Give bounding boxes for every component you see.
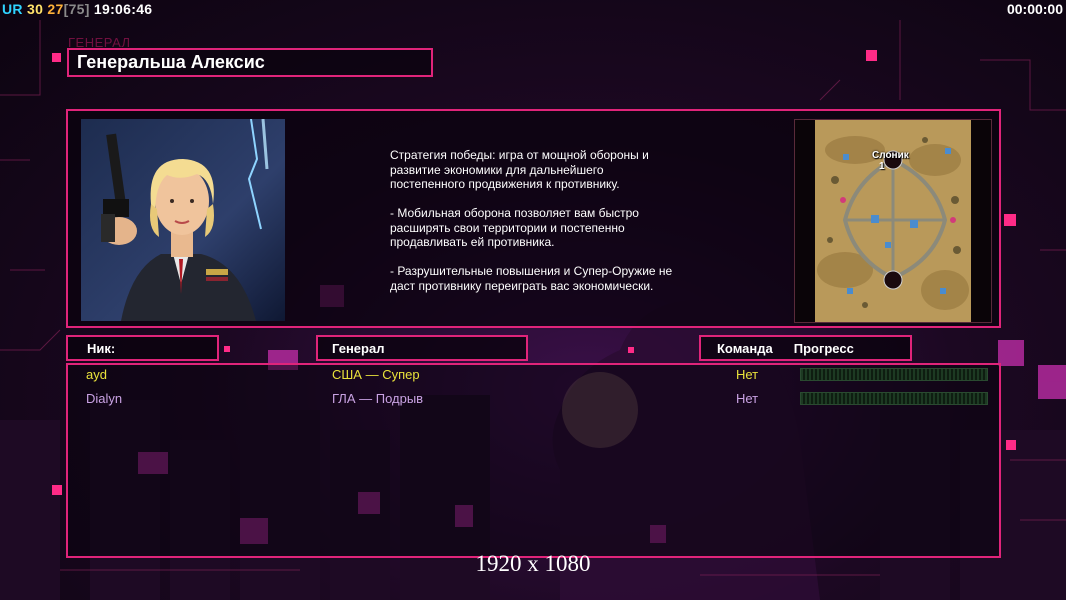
players-list: ayd США — Супер Нет Dialyn ГЛА — Подрыв … xyxy=(66,363,1001,558)
hud-tag: UR xyxy=(2,1,23,17)
player-nick: ayd xyxy=(86,367,107,382)
hud-stats: UR 30 27[75] 19:06:46 xyxy=(2,1,152,17)
general-title-box: Генеральша Алексис xyxy=(67,48,433,77)
header-team-label: Команда xyxy=(717,340,773,356)
player-general: США — Супер xyxy=(332,367,420,382)
player-row: ayd США — Супер Нет xyxy=(68,365,999,385)
column-header-general: Генерал xyxy=(316,335,528,361)
hud-clock: 19:06:46 xyxy=(93,1,153,17)
column-header-team-progress: Команда Прогресс xyxy=(699,335,912,361)
player-progress-bar xyxy=(800,368,988,381)
general-info-panel: Стратегия победы: игра от мощной обороны… xyxy=(66,109,1001,328)
player-team: Нет xyxy=(736,391,759,406)
header-nick-label: Ник: xyxy=(87,340,116,356)
player-row: Dialyn ГЛА — Подрыв Нет xyxy=(68,389,999,409)
player-general: ГЛА — Подрыв xyxy=(332,391,424,406)
general-portrait-image xyxy=(81,119,285,321)
general-name: Генеральша Алексис xyxy=(77,52,265,72)
strategy-description: Стратегия победы: игра от мощной обороны… xyxy=(390,148,673,293)
player-team: Нет xyxy=(736,367,759,382)
player-progress-bar xyxy=(800,392,988,405)
hud-value-a: 27 xyxy=(47,1,64,17)
map-start-slot: 1 xyxy=(879,161,885,172)
map-preview[interactable]: Слоник 1 xyxy=(794,119,992,323)
general-portrait xyxy=(81,119,285,321)
column-header-nick: Ник: xyxy=(66,335,219,361)
hud-value-b: [75] xyxy=(63,1,90,17)
hud-timer: 00:00:00 xyxy=(1006,1,1063,17)
header-general-label: Генерал xyxy=(332,340,385,356)
map-name-label: Слоник xyxy=(872,150,909,161)
player-nick: Dialyn xyxy=(86,391,123,406)
header-progress-label: Прогресс xyxy=(793,340,854,356)
hud-fps: 30 xyxy=(27,1,44,17)
resolution-label: 1920 x 1080 xyxy=(475,551,591,576)
